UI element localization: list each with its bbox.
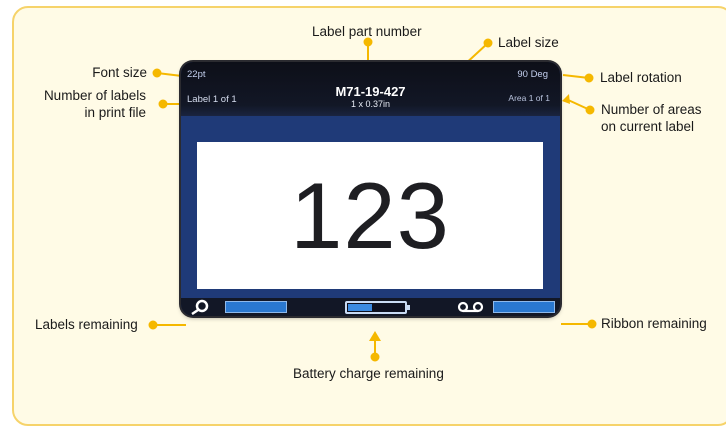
dot-labels-in-file — [158, 99, 168, 109]
font-size-readout: 22pt — [187, 69, 206, 80]
dot-labels-remaining — [148, 320, 158, 330]
callout-areas-line2: on current label — [601, 119, 695, 134]
battery-fill — [348, 304, 373, 311]
label-size-readout: 1 x 0.37in — [350, 99, 391, 109]
callout-labels-in-file-line2: in print file — [84, 105, 146, 120]
labels-remaining-bar — [225, 301, 287, 313]
ribbon-remaining-fill — [494, 302, 554, 312]
dot-battery — [370, 352, 380, 362]
status-bar: 22pt Label 1 of 1 M71-19-427 1 x 0.37in … — [181, 62, 560, 116]
callout-label-size: Label size — [498, 35, 559, 50]
callout-labels-remaining: Labels remaining — [35, 317, 138, 332]
dot-areas — [585, 105, 595, 115]
label-preview: 123 — [197, 142, 543, 289]
supply-bar — [181, 298, 560, 316]
label-roll-icon — [191, 299, 209, 315]
callout-battery-remaining: Battery charge remaining — [293, 366, 444, 381]
rotation-readout: 90 Deg — [517, 69, 548, 80]
ribbon-icon — [457, 301, 484, 313]
callout-labels-in-file-line1: Number of labels — [43, 88, 146, 103]
arrow-areas — [562, 94, 570, 104]
diagram: Font size Number of labels in print file… — [0, 0, 726, 426]
dot-label-size — [483, 38, 493, 48]
battery-gauge — [345, 301, 407, 314]
battery-terminal — [407, 305, 410, 310]
dot-rotation — [584, 73, 594, 83]
part-number-readout: M71-19-427 — [335, 84, 406, 99]
label-text: 123 — [290, 162, 450, 268]
ribbon-remaining-bar — [493, 301, 555, 313]
dot-ribbon-remaining — [587, 319, 597, 329]
dot-font-size — [152, 68, 162, 78]
callout-ribbon-remaining: Ribbon remaining — [601, 316, 707, 331]
callout-label-rotation: Label rotation — [600, 70, 682, 85]
callout-part-number: Label part number — [312, 24, 422, 39]
printer-display: 22pt Label 1 of 1 M71-19-427 1 x 0.37in … — [181, 62, 560, 316]
callout-areas-line1: Number of areas — [601, 102, 702, 117]
callout-font-size: Font size — [92, 65, 147, 80]
area-count-readout: Area 1 of 1 — [508, 93, 550, 103]
labels-remaining-fill — [226, 302, 286, 312]
arrow-battery — [369, 331, 381, 341]
